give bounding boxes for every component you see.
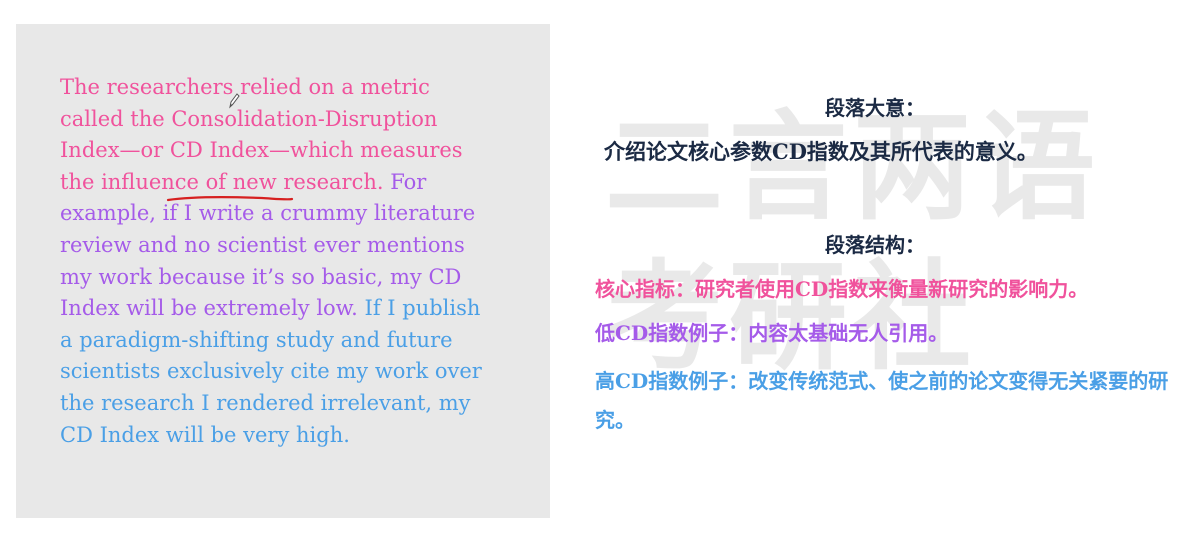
passage-line: called the Consolidation-Disruption [60,106,438,131]
passage-panel: The researchers relied on a metric calle… [16,24,550,518]
structure-heading: 段落结构： [825,233,925,257]
main-idea-heading: 段落大意： [825,96,925,120]
passage-text: The researchers relied on a metric calle… [60,72,530,451]
structure-point-core-metric: 核心指标：研究者使用CD指数来衡量新研究的影响力。 [595,277,1089,301]
passage-line: my work because it’s so basic, my CD [60,264,462,289]
passage-line: a paradigm-shifting study and future [60,327,453,352]
passage-line: example, if I write a crummy literature [60,201,476,226]
slide: The researchers relied on a metric calle… [0,0,1204,534]
passage-segment: the influence of new research. [60,169,391,194]
passage-line: The researchers relied on a metric [60,75,430,99]
passage-line: Index will be extremely low. If I publis… [60,293,530,325]
structure-point-high-cd: 高CD指数例子：改变传统范式、使之前的论文变得无关紧要的研究。 [595,369,1169,432]
red-underline-annotation [166,196,294,202]
passage-segment: For [390,169,427,194]
passage-line: review and no scientist ever mentions [60,232,465,257]
structure-point-low-cd: 低CD指数例子：内容太基础无人引用。 [595,321,949,345]
passage-segment: Index will be extremely low. [60,296,365,321]
passage-line: scientists exclusively cite my work over [60,359,482,384]
passage-segment: If I publish [364,296,481,321]
passage-line: Index—or CD Index—which measures [60,138,463,163]
passage-line: the research I rendered irrelevant, my [60,390,471,415]
pencil-cursor-icon [229,93,240,109]
passage-line: CD Index will be very high. [60,422,350,447]
passage-line: the influence of new research. For [60,167,530,199]
main-idea-text: 介绍论文核心参数CD指数及其所代表的意义。 [604,139,1038,164]
